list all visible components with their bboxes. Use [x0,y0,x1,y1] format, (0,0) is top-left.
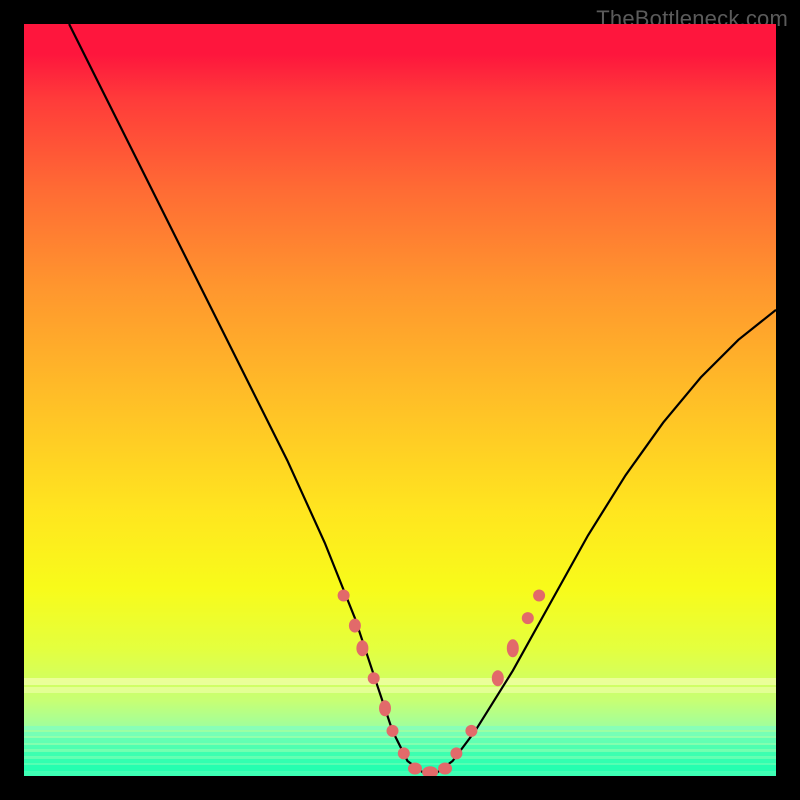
gradient-band [24,738,776,742]
curve-marker [379,700,391,716]
gradient-band [24,752,776,756]
gradient-band [24,765,776,771]
curve-marker [356,640,368,656]
curve-marker [338,590,350,602]
gradient-band [24,759,776,763]
chart-plot-area [24,24,776,776]
gradient-band [24,726,776,730]
curve-marker [507,639,519,657]
curve-marker [349,619,361,633]
bottleneck-curve [69,24,776,772]
curve-marker [533,590,545,602]
gradient-band [24,678,776,685]
gradient-band [24,732,776,736]
chart-svg [24,24,776,776]
curve-marker [522,612,534,624]
gradient-band [24,745,776,749]
gradient-band [24,687,776,694]
